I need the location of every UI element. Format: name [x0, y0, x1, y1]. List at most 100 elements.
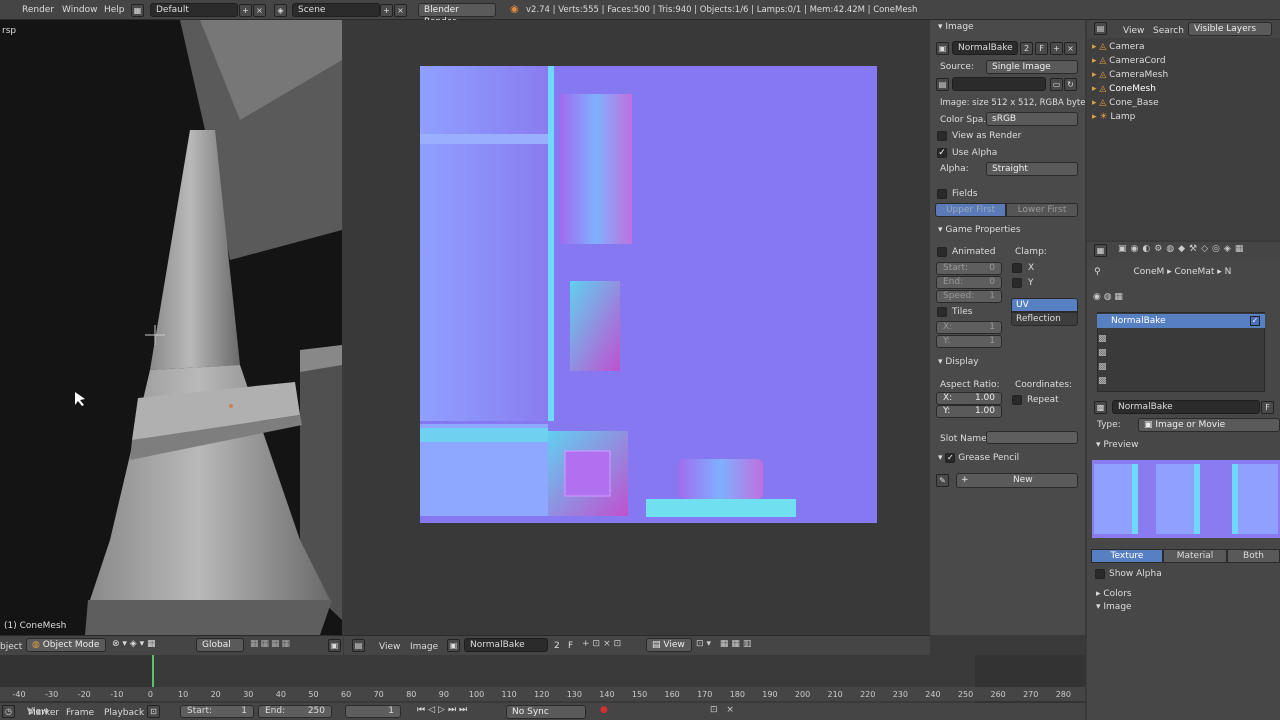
display-mode-select[interactable]: Visible Layers — [1188, 22, 1272, 36]
editor-type-icon[interactable]: ▦ — [1094, 244, 1107, 257]
show-alpha-checkbox[interactable] — [1095, 569, 1105, 579]
source-select[interactable]: Single Image — [986, 60, 1078, 74]
keying-icons[interactable]: ⊡ × — [710, 705, 737, 715]
repeat-checkbox[interactable] — [1012, 395, 1022, 405]
new-image-icon[interactable]: + — [1050, 42, 1063, 55]
view-mode-select[interactable]: ▤ View — [646, 638, 692, 652]
users-count[interactable]: 2 — [1020, 42, 1033, 55]
texture-type-icons[interactable]: ◉ ◍ ▦ — [1093, 292, 1123, 302]
image-editor-name-field[interactable]: NormalBake — [464, 638, 548, 652]
mode-select[interactable]: ◍ Object Mode — [26, 638, 106, 652]
outliner-search-menu[interactable]: Search — [1153, 24, 1184, 38]
pin-icon[interactable]: ⚲ — [1094, 267, 1103, 277]
playback-controls-icons[interactable]: ⏮◁▷⏭⏭ — [417, 705, 470, 715]
current-frame-field[interactable]: 1 — [345, 705, 401, 718]
record-icon[interactable]: ● — [600, 705, 608, 715]
editor-type-icon[interactable]: ◷ — [2, 705, 15, 718]
image-editor-fake[interactable]: F — [568, 641, 573, 651]
colors-header[interactable]: ▸ Colors — [1090, 585, 1132, 603]
scene-field[interactable]: Scene — [292, 3, 380, 17]
menu-render[interactable]: Render — [22, 3, 54, 17]
image-editor-area[interactable] — [344, 20, 930, 635]
orientation-select[interactable]: Global — [196, 638, 244, 652]
slot-enabled-checkbox[interactable]: ✓ — [1250, 316, 1260, 326]
browse-file-icon[interactable]: ▭ — [1050, 78, 1063, 91]
clamp-x-checkbox[interactable] — [1012, 263, 1022, 273]
grease-pencil-header[interactable]: ▾ ✓ Grease Pencil — [932, 449, 1019, 467]
grease-pencil-checkbox[interactable]: ✓ — [945, 452, 956, 463]
preview-both-tab[interactable]: Both — [1227, 549, 1280, 563]
outliner-item-conemesh[interactable]: ▸ ◬ ConeMesh — [1092, 82, 1168, 96]
remove-scene-icon[interactable]: × — [394, 4, 407, 17]
outliner-item-cameramesh[interactable]: ▸ ◬ CameraMesh — [1092, 68, 1168, 82]
outliner-item-camera[interactable]: ▸ ◬ Camera — [1092, 40, 1168, 54]
preview-header[interactable]: ▾ Preview — [1090, 436, 1138, 454]
texture-fake-user[interactable]: F — [1261, 401, 1274, 414]
upper-first-button[interactable]: Upper First — [935, 203, 1006, 217]
render-engine-select[interactable]: Blender Render — [418, 3, 496, 27]
alpha-select[interactable]: Straight — [986, 162, 1078, 176]
outliner-item-cone-base[interactable]: ▸ ◬ Cone_Base — [1092, 96, 1168, 110]
texture-type-select[interactable]: ▣ Image or Movie — [1138, 418, 1280, 432]
image-options-icons[interactable]: ⊡▾ ▦▦▥ — [696, 639, 754, 649]
menu-window[interactable]: Window — [62, 3, 98, 17]
object-menu[interactable]: bject — [0, 640, 22, 654]
image-browse-icon[interactable]: ▣ — [447, 639, 460, 652]
game-properties-header[interactable]: ▾ Game Properties — [932, 221, 1021, 239]
image-menu[interactable]: Image — [410, 640, 438, 654]
texture-name-field[interactable]: NormalBake — [1112, 400, 1260, 414]
context-tabs-icons[interactable]: ▣◉◐⚙◍◆⚒◇◎◈▦ — [1118, 244, 1247, 254]
unlink-image-icon[interactable]: × — [1064, 42, 1077, 55]
end-frame-field[interactable]: End: 250 — [258, 705, 332, 718]
colorspace-select[interactable]: sRGB — [986, 112, 1078, 126]
reload-icon[interactable]: ↻ — [1064, 78, 1077, 91]
texture-slot-normalbake[interactable]: NormalBake — [1097, 314, 1265, 328]
image-name-field[interactable]: NormalBake — [952, 41, 1018, 55]
fake-user-button[interactable]: F — [1035, 42, 1048, 55]
filepath-field[interactable] — [952, 77, 1046, 91]
remove-layout-icon[interactable]: × — [253, 4, 266, 17]
screen-layout-field[interactable]: Default — [150, 3, 238, 17]
image-view-menu[interactable]: View — [379, 640, 400, 654]
menu-help[interactable]: Help — [104, 3, 125, 17]
image-subheader[interactable]: ▾ Image — [1090, 602, 1132, 612]
preview-material-tab[interactable]: Material — [1163, 549, 1227, 563]
tiles-checkbox[interactable] — [937, 307, 947, 317]
tiles-y-field[interactable]: Y: 1 — [936, 335, 1002, 348]
clamp-y-checkbox[interactable] — [1012, 278, 1022, 288]
image-tools-icons[interactable]: +⊡×⊡ — [582, 639, 624, 649]
outliner-view-menu[interactable]: View — [1123, 24, 1144, 38]
add-layout-icon[interactable]: + — [239, 4, 252, 17]
start-frame-field[interactable]: Start: 1 — [180, 705, 254, 718]
start-field[interactable]: Start: 0 — [936, 262, 1002, 275]
timeline-frame-menu[interactable]: Frame — [66, 706, 94, 720]
shading-icons[interactable]: ⊗ ▾ ◈ ▾ ▦ — [112, 639, 155, 649]
sync-select[interactable]: No Sync — [506, 705, 586, 719]
image-browse-icon[interactable]: ▣ — [936, 42, 949, 55]
view-as-render-checkbox[interactable] — [937, 131, 947, 141]
reflection-option[interactable]: Reflection — [1011, 312, 1078, 326]
end-field[interactable]: End: 0 — [936, 276, 1002, 289]
use-alpha-checkbox[interactable]: ✓ — [937, 148, 947, 158]
uv-coordinates-option[interactable]: UV Coordinates — [1011, 298, 1078, 323]
current-frame-marker[interactable] — [152, 655, 154, 690]
pencil-icon[interactable]: ✎ — [936, 474, 949, 487]
fields-checkbox[interactable] — [937, 189, 947, 199]
preview-range-icon[interactable]: ⊡ — [147, 705, 160, 718]
add-scene-icon[interactable]: + — [380, 4, 393, 17]
preview-texture-tab[interactable]: Texture — [1091, 549, 1163, 563]
editor-type-icon[interactable]: ▤ — [1094, 22, 1107, 35]
display-header[interactable]: ▾ Display — [932, 353, 979, 371]
3d-viewport[interactable]: rsp (1) ConeMesh — [0, 20, 342, 635]
timeline-marker-menu[interactable]: Marker — [28, 706, 59, 720]
outliner-item-cameracord[interactable]: ▸ ◬ CameraCord — [1092, 54, 1168, 68]
new-grease-pencil-button[interactable]: + New — [956, 473, 1078, 488]
image-section-header[interactable]: ▾ Image — [932, 18, 974, 36]
aspect-x-field[interactable]: X: 1.00 — [936, 392, 1002, 405]
lower-first-button[interactable]: Lower First — [1006, 203, 1078, 217]
render-preview-icon[interactable]: ▣ — [328, 639, 341, 652]
outliner-item-lamp[interactable]: ▸ ☀ Lamp — [1092, 110, 1168, 124]
tiles-x-field[interactable]: X: 1 — [936, 321, 1002, 334]
animated-checkbox[interactable] — [937, 247, 947, 257]
aspect-y-field[interactable]: Y: 1.00 — [936, 405, 1002, 418]
